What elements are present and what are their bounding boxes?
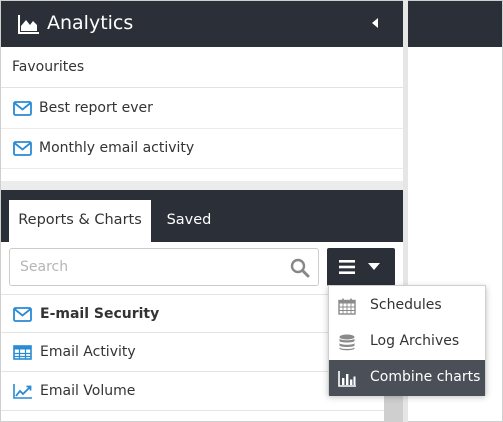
panel-title: Analytics bbox=[47, 12, 134, 34]
tab-saved[interactable]: Saved bbox=[151, 200, 227, 242]
menu-item-label: Combine charts bbox=[370, 369, 481, 385]
favourite-item-label: Monthly email activity bbox=[39, 140, 195, 156]
tab-label: Reports & Charts bbox=[18, 212, 142, 228]
content-header bbox=[408, 1, 502, 47]
favourites-title: Favourites bbox=[12, 59, 85, 75]
table-icon bbox=[13, 345, 32, 360]
search-icon[interactable] bbox=[290, 258, 310, 278]
favourites-heading: Favourites bbox=[1, 47, 403, 88]
tab-label: Saved bbox=[166, 212, 212, 228]
menu-item-combine-charts[interactable]: Combine charts bbox=[329, 360, 485, 396]
report-item-email-volume[interactable]: Email Volume bbox=[1, 372, 384, 411]
reports-list: E-mail Security Email Activity Email Vol… bbox=[1, 294, 384, 421]
caret-down-icon bbox=[368, 263, 380, 270]
search-box bbox=[9, 248, 319, 286]
report-item-label: E-mail Security bbox=[40, 306, 160, 322]
area-chart-icon bbox=[18, 15, 39, 34]
favourite-item-label: Best report ever bbox=[39, 100, 153, 116]
caret-left-icon[interactable] bbox=[369, 15, 381, 31]
report-item-email-activity[interactable]: Email Activity bbox=[1, 333, 384, 372]
envelope-icon bbox=[13, 101, 32, 116]
envelope-icon bbox=[13, 141, 32, 156]
calendar-icon bbox=[338, 298, 356, 315]
report-item-label: Email Volume bbox=[40, 383, 136, 399]
favourite-item-best-report[interactable]: Best report ever bbox=[1, 89, 403, 129]
report-item-email-security[interactable]: E-mail Security bbox=[1, 294, 384, 333]
favourite-item-monthly-email[interactable]: Monthly email activity bbox=[1, 129, 403, 169]
tab-reports-charts[interactable]: Reports & Charts bbox=[9, 200, 151, 242]
report-menu-button[interactable] bbox=[327, 248, 395, 286]
bar-chart-icon bbox=[338, 371, 356, 387]
menu-item-label: Schedules bbox=[370, 297, 442, 313]
tabs-bar: Reports & Charts Saved bbox=[1, 190, 403, 242]
hamburger-icon bbox=[339, 260, 355, 274]
section-separator bbox=[1, 181, 403, 190]
menu-item-schedules[interactable]: Schedules bbox=[329, 288, 485, 324]
search-input[interactable] bbox=[20, 257, 280, 277]
envelope-icon bbox=[13, 307, 32, 322]
report-item-label: Email Activity bbox=[40, 344, 136, 360]
line-chart-icon bbox=[13, 384, 32, 399]
panel-header: Analytics bbox=[1, 1, 403, 47]
menu-item-label: Log Archives bbox=[370, 333, 460, 349]
database-icon bbox=[339, 334, 355, 351]
menu-item-log-archives[interactable]: Log Archives bbox=[329, 324, 485, 360]
report-actions-menu: Schedules Log Archives Combine charts bbox=[328, 285, 486, 396]
